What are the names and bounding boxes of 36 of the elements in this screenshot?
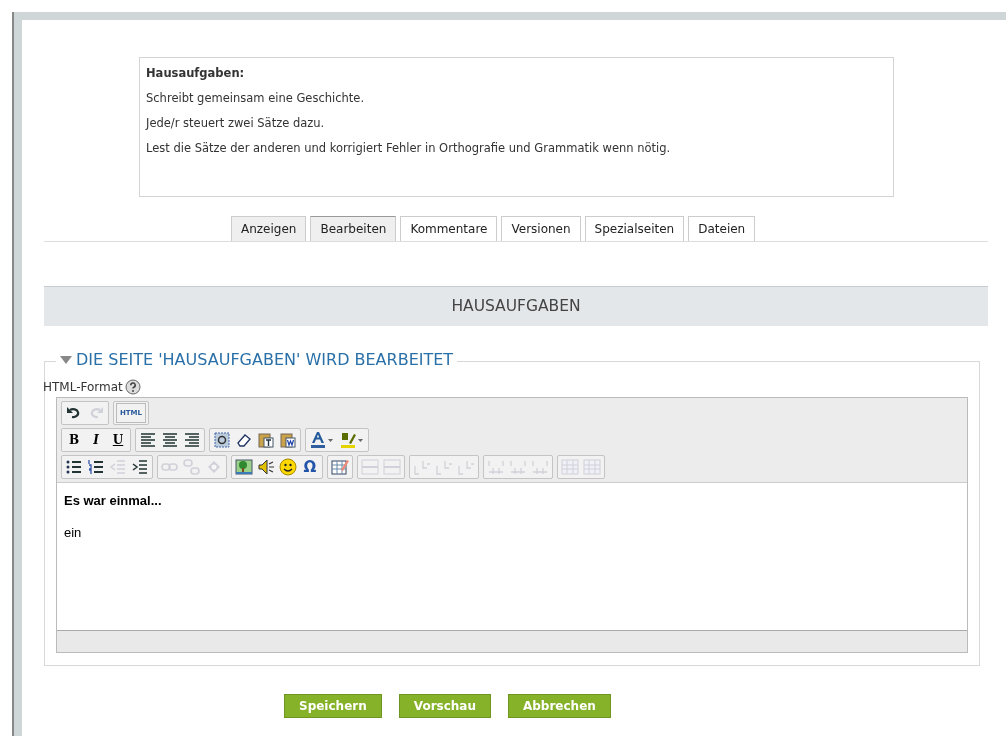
- table-icon[interactable]: [331, 458, 349, 476]
- collapse-triangle-icon[interactable]: [60, 356, 72, 364]
- format-button[interactable]: I: [86, 430, 106, 450]
- numbered-list-icon[interactable]: [87, 458, 105, 476]
- select-all-icon[interactable]: [213, 431, 231, 449]
- image-icon[interactable]: [235, 458, 253, 476]
- format-button[interactable]: U: [108, 430, 128, 450]
- font-color-icon[interactable]: [309, 431, 335, 449]
- indent-icon[interactable]: [131, 458, 149, 476]
- align-center-icon[interactable]: [161, 431, 179, 449]
- task-text: Schreibt gemeinsam eine Geschichte.: [146, 90, 366, 107]
- paste-text-icon[interactable]: [257, 431, 275, 449]
- help-icon[interactable]: [124, 379, 141, 395]
- bullet-list-icon[interactable]: [65, 458, 83, 476]
- format-label: HTML-Format: [43, 379, 123, 396]
- format-button[interactable]: B: [64, 430, 84, 450]
- page-heading: HAUSAUFGABEN: [44, 286, 988, 326]
- align-left-icon[interactable]: [139, 431, 157, 449]
- section-legend: DIE SEITE 'HAUSAUFGABEN' WIRD BEARBEITET: [76, 350, 454, 370]
- tab[interactable]: Versionen: [501, 216, 581, 241]
- content-text: ein: [64, 523, 83, 542]
- align-right-icon[interactable]: [183, 431, 201, 449]
- paste-word-icon[interactable]: [279, 431, 297, 449]
- task-text: Jede/r steuert zwei Sätze dazu.: [146, 115, 326, 132]
- task-text: Lest die Sätze der anderen und korrigiert Fehler in Orthografie und Grammatik wenn nötig.: [146, 140, 672, 157]
- format-button[interactable]: Ω: [300, 457, 320, 477]
- task-title: Hausaufgaben:: [146, 65, 246, 82]
- smiley-icon[interactable]: [279, 458, 297, 476]
- tab[interactable]: Dateien: [688, 216, 756, 241]
- tab[interactable]: Kommentare: [400, 216, 498, 241]
- tab[interactable]: Bearbeiten: [310, 216, 397, 241]
- content-text: Es war einmal...: [64, 492, 163, 510]
- tab[interactable]: Spezialseiten: [584, 216, 685, 241]
- highlighter-icon[interactable]: [339, 431, 365, 449]
- tab[interactable]: Anzeigen: [231, 216, 307, 241]
- speaker-icon[interactable]: [257, 458, 275, 476]
